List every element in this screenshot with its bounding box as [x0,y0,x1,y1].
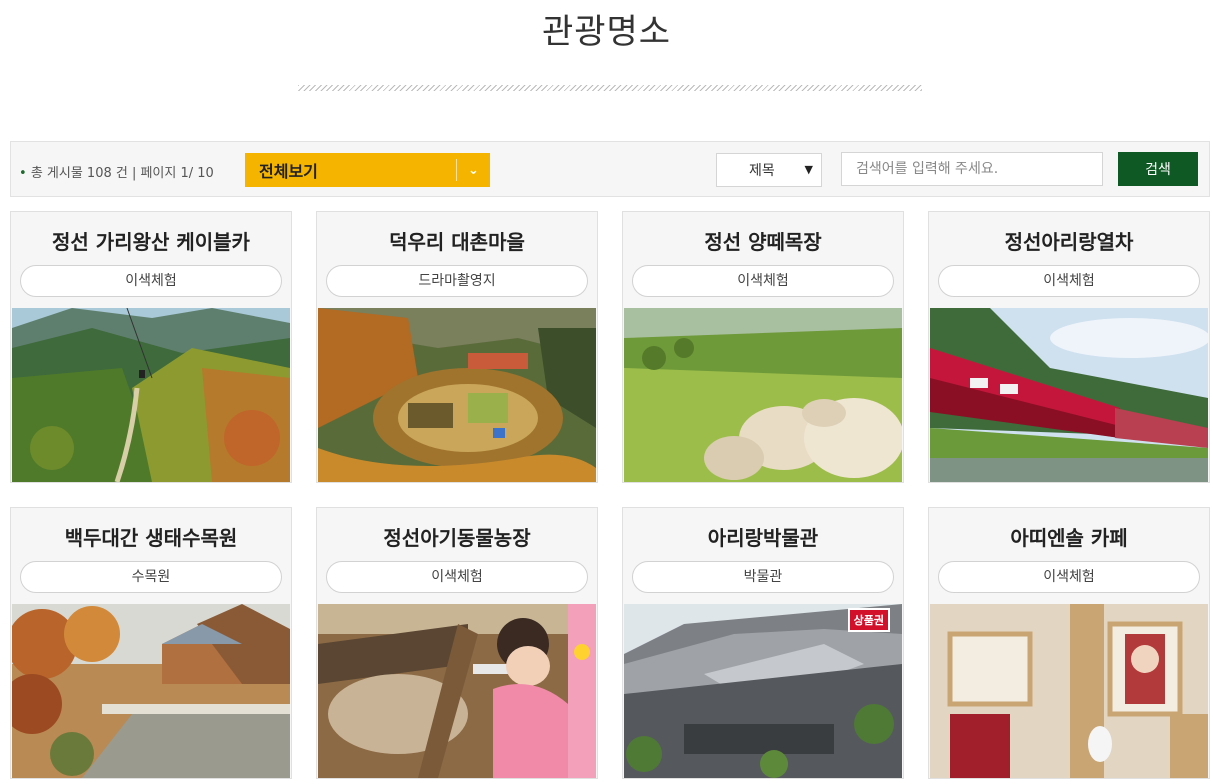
page-title: 관광명소 [541,12,672,52]
attraction-card[interactable]: 정선아기동물농장 이색체험 [316,507,598,779]
card-photo-animal-farm[interactable] [318,604,596,778]
card-photo-cable-car[interactable] [12,308,290,482]
category-selected-label: 전체보기 [259,162,318,181]
attraction-card[interactable]: 정선 양떼목장 이색체험 [622,211,904,483]
card-title[interactable]: 정선 양떼목장 [623,226,903,255]
card-photo-village[interactable] [318,308,596,482]
attraction-card[interactable]: 아띠엔솔 카페 이색체험 [928,507,1210,779]
search-button[interactable]: 검색 [1118,152,1198,186]
card-title[interactable]: 정선아기동물농장 [317,522,597,551]
card-category-tag: 이색체험 [326,561,588,593]
search-field-select[interactable]: 제목 ▼ [716,153,822,187]
card-category-tag: 수목원 [20,561,282,593]
card-photo-train[interactable] [930,308,1208,482]
attraction-card[interactable]: 아리랑박물관 박물관 상품권 [622,507,904,779]
card-title[interactable]: 아리랑박물관 [623,522,903,551]
card-category-tag: 이색체험 [20,265,282,297]
card-category-tag: 이색체험 [938,265,1200,297]
attraction-card[interactable]: 정선 가리왕산 케이블카 이색체험 [10,211,292,483]
card-photo-arboretum[interactable] [12,604,290,778]
post-count-info: • 총 게시물 108 건 | 페이지 1/ 10 [19,162,214,181]
attraction-card[interactable]: 백두대간 생태수목원 수목원 [10,507,292,779]
card-category-tag: 이색체험 [938,561,1200,593]
card-photo-museum[interactable]: 상품권 [624,604,902,778]
caret-down-icon: ▼ [804,163,813,176]
card-title[interactable]: 덕우리 대촌마을 [317,226,597,255]
search-field-selected: 제목 [749,163,775,179]
category-dropdown[interactable]: 전체보기 ⌄ [245,153,490,187]
card-category-tag: 드라마촬영지 [326,265,588,297]
card-title[interactable]: 아띠엔솔 카페 [929,522,1209,551]
card-category-tag: 박물관 [632,561,894,593]
card-title[interactable]: 백두대간 생태수목원 [11,522,291,551]
card-photo-cafe[interactable] [930,604,1208,778]
title-divider [298,85,922,91]
post-count-text: 총 게시물 108 건 | 페이지 1/ 10 [30,166,214,181]
board-toolbar: • 총 게시물 108 건 | 페이지 1/ 10 전체보기 ⌄ 제목 ▼ 검색 [10,141,1210,197]
card-photo-sheep[interactable] [624,308,902,482]
card-title[interactable]: 정선아리랑열차 [929,226,1209,255]
chevron-down-icon: ⌄ [456,159,490,181]
card-title[interactable]: 정선 가리왕산 케이블카 [11,226,291,255]
search-input[interactable] [841,152,1103,186]
attraction-card[interactable]: 덕우리 대촌마을 드라마촬영지 [316,211,598,483]
bullet-icon: • [19,166,27,181]
gift-certificate-badge: 상품권 [847,608,890,632]
card-category-tag: 이색체험 [632,265,894,297]
attraction-card[interactable]: 정선아리랑열차 이색체험 [928,211,1210,483]
